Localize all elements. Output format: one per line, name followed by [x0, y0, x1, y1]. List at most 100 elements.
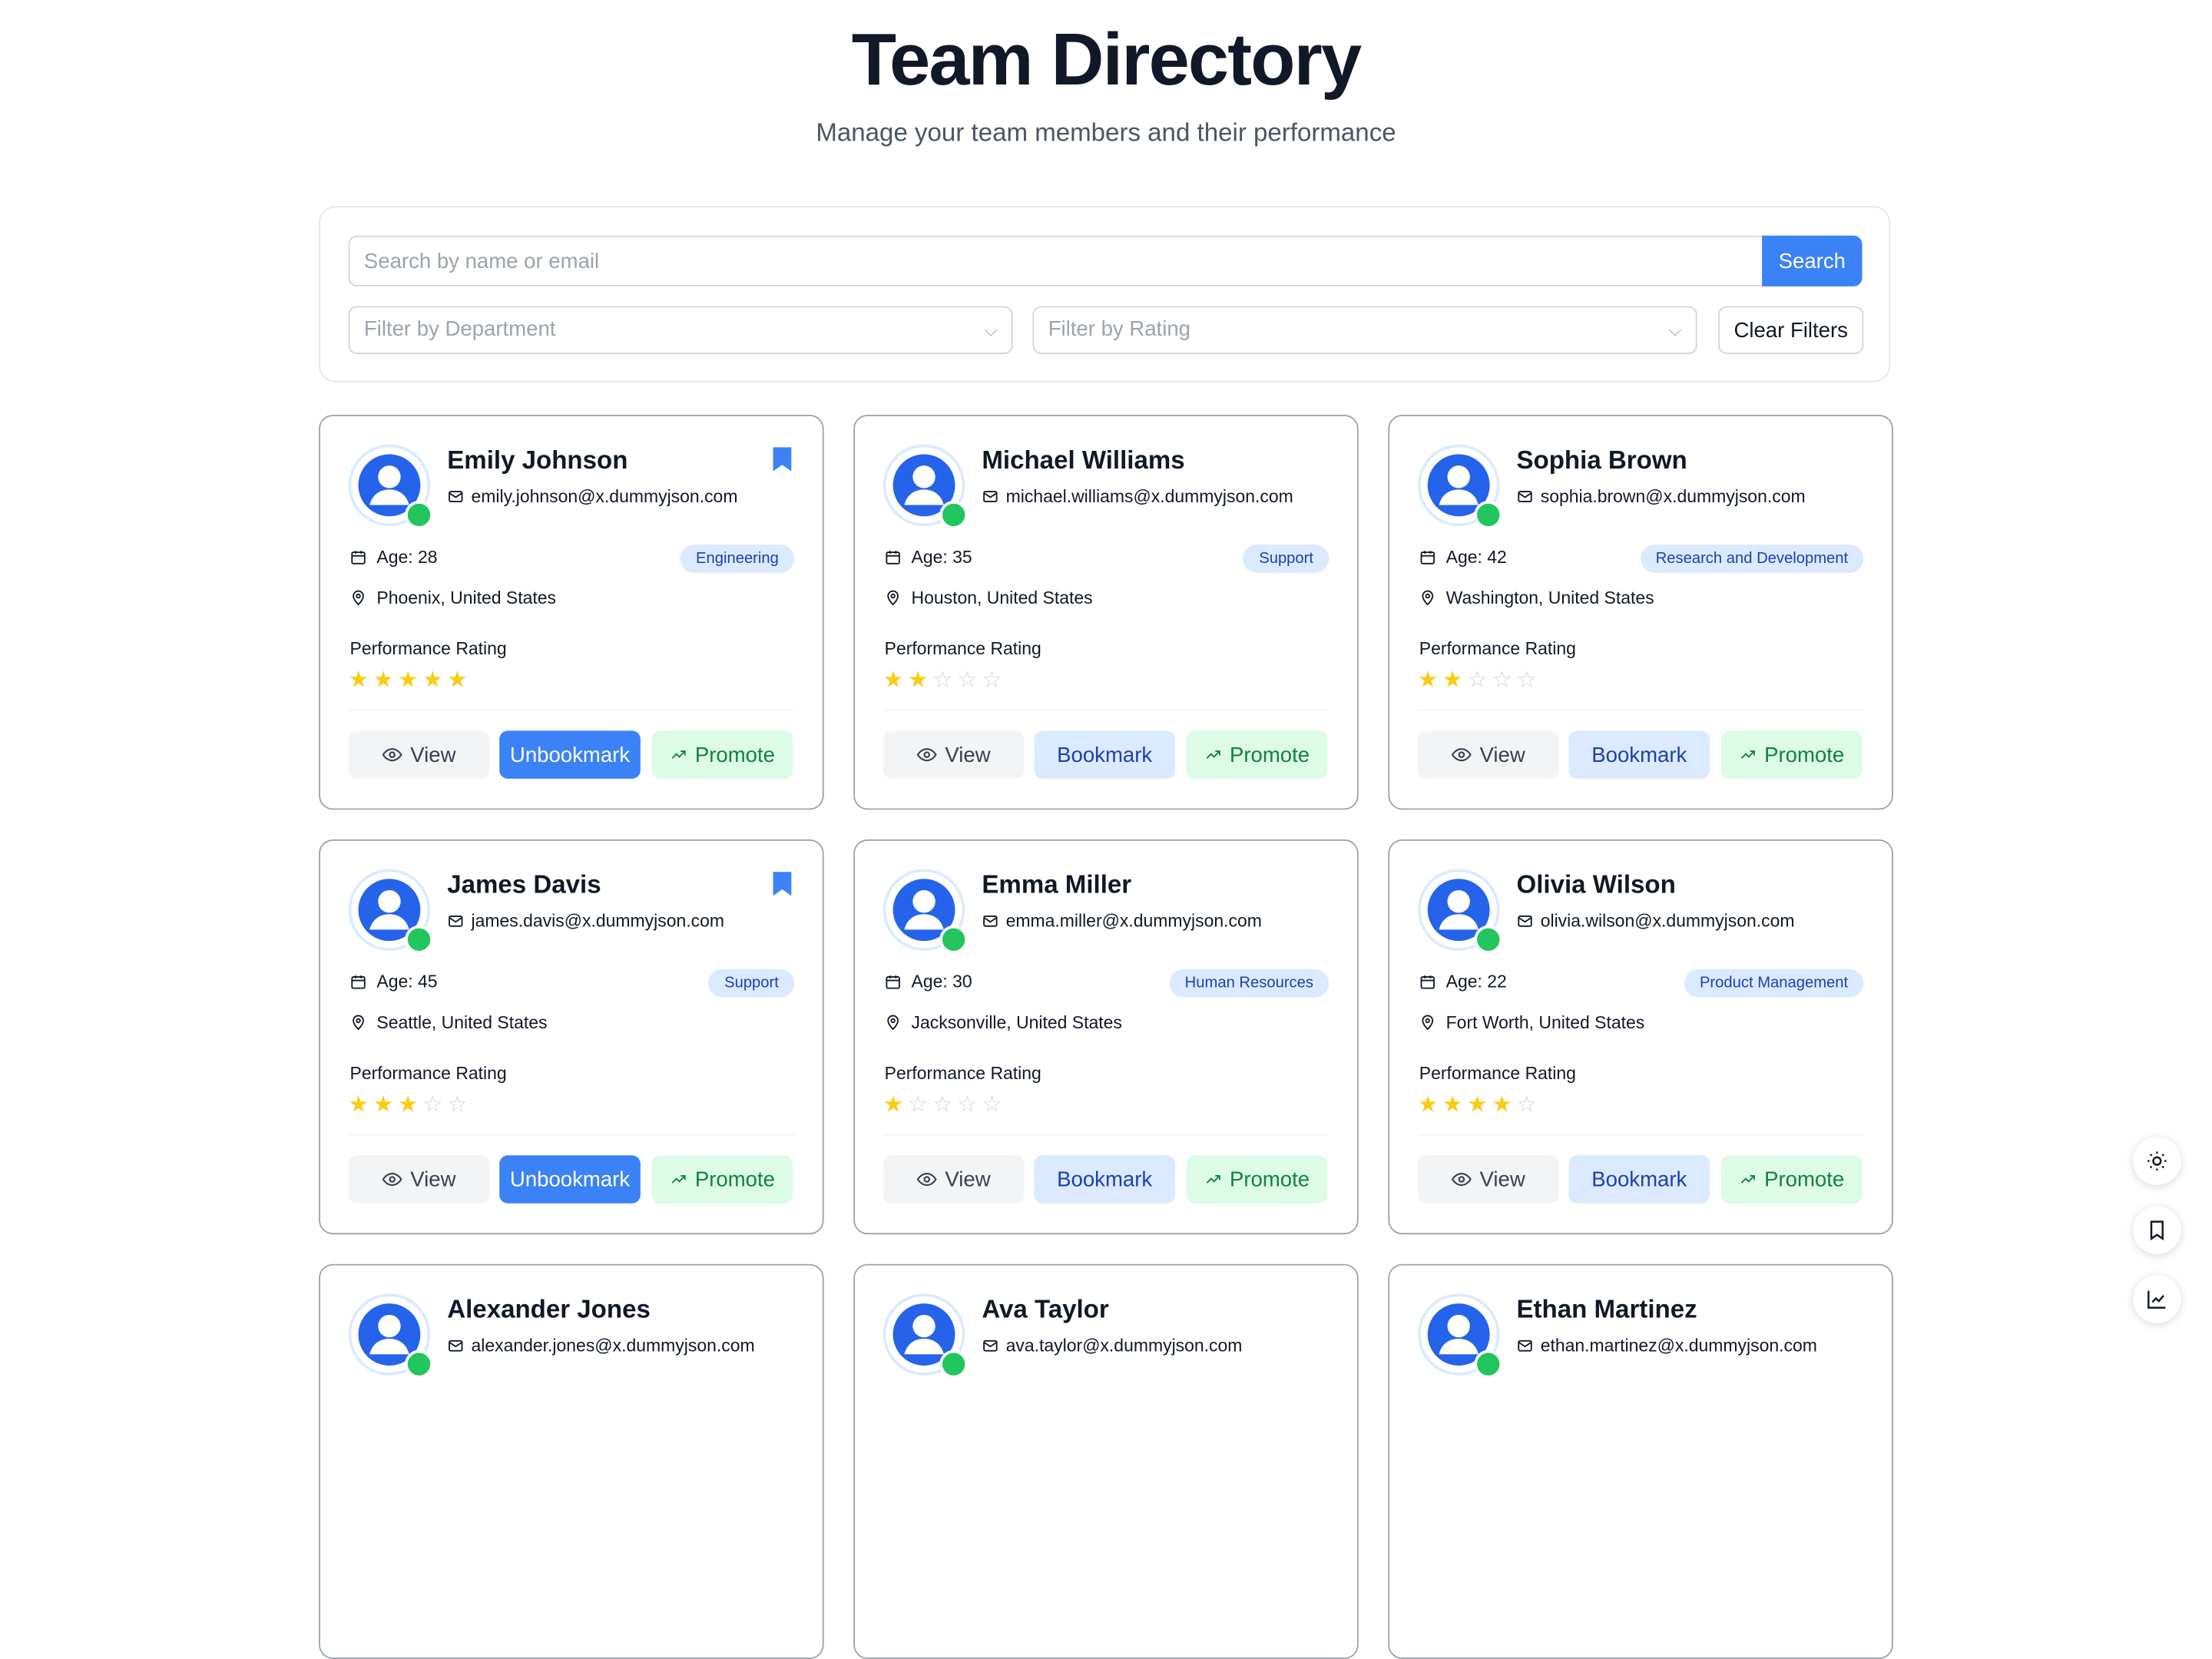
analytics-button[interactable]	[2133, 1275, 2181, 1323]
card-divider	[348, 709, 795, 711]
member-location-text: Washington, United States	[1445, 588, 1654, 608]
calendar-icon	[885, 548, 902, 565]
promote-button[interactable]: Promote	[1720, 1155, 1863, 1204]
member-name: Emily Johnson	[447, 445, 628, 475]
member-email-text: james.davis@x.dummyjson.com	[471, 911, 725, 932]
search-button[interactable]: Search	[1762, 235, 1863, 286]
rating-stars: ★ ★ ☆ ☆ ☆	[1418, 670, 1538, 692]
bookmark-button[interactable]: Bookmark	[1034, 1155, 1176, 1204]
star-filled-icon: ★	[1417, 668, 1439, 693]
theme-toggle-button[interactable]	[2133, 1137, 2181, 1185]
member-email-text: olivia.wilson@x.dummyjson.com	[1540, 911, 1795, 932]
promote-label: Promote	[1229, 743, 1310, 767]
filter-panel: Search Filter by Department ⌵ Filter by …	[319, 206, 1891, 382]
department-badge: Product Management	[1684, 969, 1864, 998]
view-label: View	[1479, 743, 1525, 767]
calendar-icon	[1419, 548, 1436, 565]
calendar-icon	[350, 973, 367, 990]
member-name: Olivia Wilson	[1516, 870, 1676, 899]
star-filled-icon: ★	[1442, 668, 1463, 693]
promote-button[interactable]: Promote	[651, 730, 793, 779]
bookmark-label: Bookmark	[1057, 743, 1153, 767]
member-location-text: Houston, United States	[911, 588, 1093, 608]
star-empty-icon: ☆	[1467, 668, 1488, 693]
map-pin-icon	[885, 590, 902, 607]
page-header: Team Directory Manage your team members …	[0, 0, 2212, 148]
rating-stars: ★ ★ ★ ☆ ☆	[349, 1094, 469, 1117]
member-name: James Davis	[447, 870, 601, 899]
view-button[interactable]: View	[882, 1155, 1025, 1204]
member-age-text: Age: 35	[911, 547, 972, 568]
performance-label: Performance Rating	[1419, 1063, 1576, 1084]
member-name: Ava Taylor	[982, 1295, 1109, 1323]
promote-button[interactable]: Promote	[1186, 1155, 1328, 1204]
map-pin-icon	[350, 1015, 367, 1031]
department-badge: Engineering	[680, 544, 795, 573]
member-age-text: Age: 42	[1445, 547, 1507, 568]
bookmark-label: Bookmark	[1057, 1167, 1153, 1192]
member-email: sophia.brown@x.dummyjson.com	[1516, 486, 1806, 507]
card-divider	[1417, 1134, 1864, 1136]
member-card: Emma Miller emma.miller@x.dummyjson.com Ag…	[853, 839, 1359, 1235]
member-name: Alexander Jones	[447, 1295, 651, 1323]
view-button[interactable]: View	[882, 730, 1025, 779]
online-status-dot	[939, 501, 969, 529]
department-filter-select[interactable]: Filter by Department ⌵	[348, 306, 1013, 355]
star-filled-icon: ★	[1492, 1093, 1512, 1118]
promote-button[interactable]: Promote	[1186, 730, 1328, 779]
clear-filters-button[interactable]: Clear Filters	[1718, 306, 1864, 355]
eye-icon	[916, 745, 937, 765]
member-location-text: Jacksonville, United States	[911, 1012, 1122, 1033]
online-status-dot	[405, 1349, 433, 1379]
bookmarked-flag-icon	[773, 447, 792, 478]
bookmark-label: Bookmark	[1591, 1167, 1687, 1192]
view-button[interactable]: View	[1417, 730, 1559, 779]
bookmark-button[interactable]: Bookmark	[1568, 730, 1710, 779]
mail-icon	[982, 1337, 998, 1354]
card-divider	[1417, 709, 1864, 711]
unbookmark-button[interactable]: Unbookmark	[499, 1155, 641, 1204]
view-button[interactable]: View	[348, 730, 490, 779]
mail-icon	[1516, 912, 1533, 929]
search-bar: Search	[348, 235, 1863, 286]
bookmark-button[interactable]: Bookmark	[1568, 1155, 1710, 1204]
mail-icon	[447, 912, 464, 929]
eye-icon	[916, 1170, 937, 1190]
performance-label: Performance Rating	[349, 1063, 507, 1084]
performance-label: Performance Rating	[884, 639, 1041, 659]
member-name: Ethan Martinez	[1516, 1295, 1697, 1323]
bookmark-label: Unbookmark	[509, 1167, 631, 1192]
member-card: Alexander Jones alexander.jones@x.dummyjs…	[319, 1263, 824, 1659]
view-button[interactable]: View	[1417, 1155, 1559, 1204]
member-name: Emma Miller	[982, 870, 1132, 899]
bookmark-button[interactable]: Bookmark	[1034, 730, 1176, 779]
member-age-text: Age: 30	[911, 972, 972, 992]
member-email-text: ava.taylor@x.dummyjson.com	[1005, 1336, 1243, 1356]
promote-button[interactable]: Promote	[651, 1155, 793, 1204]
member-email-text: sophia.brown@x.dummyjson.com	[1540, 486, 1806, 507]
star-filled-icon: ★	[397, 668, 419, 693]
online-status-dot	[1474, 501, 1503, 529]
trending-up-icon	[670, 1171, 687, 1187]
unbookmark-button[interactable]: Unbookmark	[499, 730, 641, 779]
mail-icon	[982, 912, 998, 929]
member-age-text: Age: 45	[376, 972, 438, 992]
member-card: Emily Johnson emily.johnson@x.dummyjson.c…	[319, 415, 824, 810]
member-age: Age: 42	[1419, 547, 1507, 568]
sun-icon	[2147, 1151, 2167, 1171]
map-pin-icon	[1419, 1015, 1436, 1031]
search-input[interactable]	[348, 235, 1763, 286]
member-email: james.davis@x.dummyjson.com	[447, 911, 725, 932]
promote-button[interactable]: Promote	[1720, 730, 1863, 779]
eye-icon	[382, 745, 402, 765]
promote-label: Promote	[1229, 1167, 1310, 1192]
online-status-dot	[405, 925, 433, 954]
rating-filter-select[interactable]: Filter by Rating ⌵	[1032, 306, 1697, 355]
bookmarks-button[interactable]	[2133, 1206, 2181, 1254]
promote-label: Promote	[1764, 1167, 1845, 1192]
performance-label: Performance Rating	[349, 639, 507, 659]
view-label: View	[410, 743, 456, 767]
star-empty-icon: ☆	[957, 668, 978, 693]
rating-filter-placeholder: Filter by Rating	[1048, 317, 1190, 342]
view-button[interactable]: View	[348, 1155, 490, 1204]
